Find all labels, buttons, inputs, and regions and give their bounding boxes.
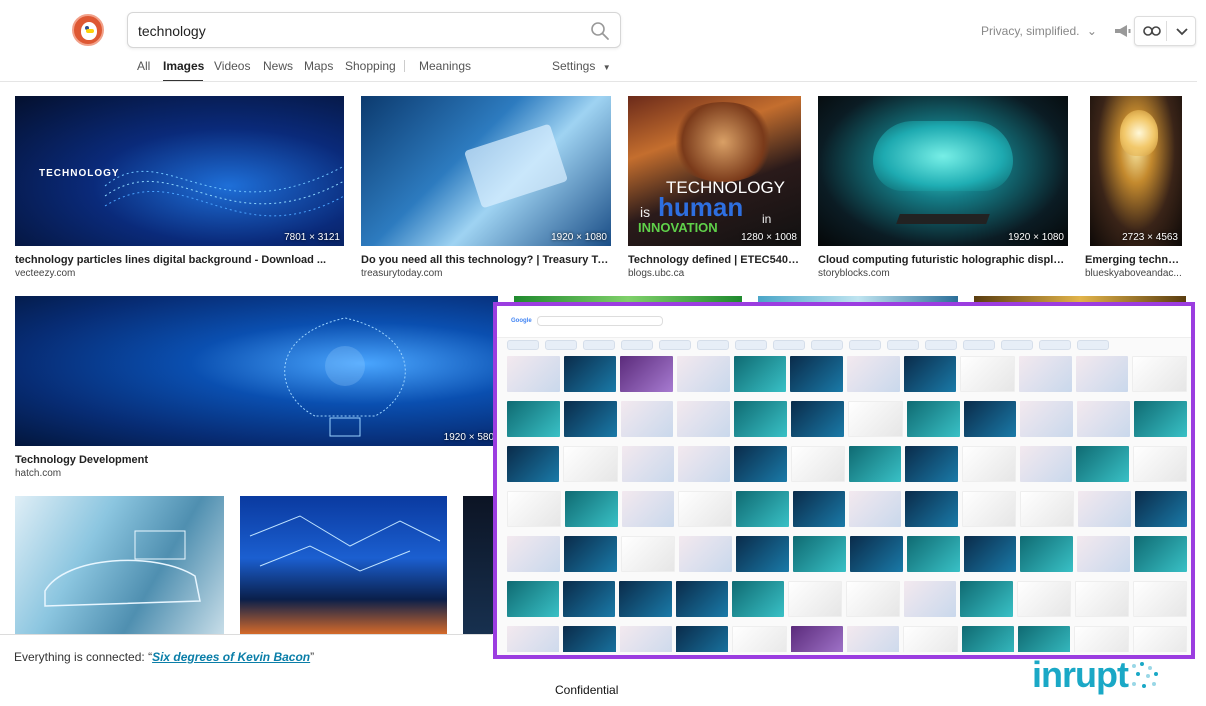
google-logo: Google (511, 318, 532, 324)
tab-images[interactable]: Images (163, 59, 204, 73)
search-bar[interactable] (127, 12, 621, 48)
embedded-screenshot: Google (493, 302, 1195, 659)
image-result[interactable]: 1920 × 580 (15, 296, 498, 446)
image-result[interactable]: TECHNOLOGY is human INNOVATION in 1280 ×… (628, 96, 801, 246)
inrupt-dots-icon (1132, 662, 1158, 688)
settings-dropdown[interactable]: Settings ▼ (552, 59, 611, 73)
image-dimensions: 1280 × 1008 (741, 232, 797, 243)
footer-note: Everything is connected: “Six degrees of… (14, 650, 315, 664)
result-title[interactable]: Technology defined | ETEC540: T... (628, 254, 801, 266)
image-dimensions: 1920 × 580 (443, 432, 494, 443)
tab-meanings[interactable]: Meanings (419, 59, 471, 73)
embedded-search-bar (537, 316, 663, 326)
privacy-text: Privacy, simplified. (981, 24, 1080, 38)
search-input[interactable] (138, 21, 578, 41)
image-result[interactable]: 1920 × 1080 (361, 96, 611, 246)
chevron-down-icon (1176, 28, 1188, 36)
kevin-bacon-link[interactable]: Six degrees of Kevin Bacon (152, 650, 310, 664)
result-source[interactable]: vecteezy.com (15, 268, 344, 279)
image-result[interactable]: 2723 × 4563 (1090, 96, 1182, 246)
tab-shopping[interactable]: Shopping (345, 59, 396, 73)
result-source[interactable]: storyblocks.com (818, 268, 1068, 279)
image-result[interactable] (463, 496, 494, 634)
tab-videos[interactable]: Videos (214, 59, 250, 73)
result-title[interactable]: Emerging technol... (1085, 254, 1185, 266)
tab-maps[interactable]: Maps (304, 59, 333, 73)
tab-all[interactable]: All (137, 59, 150, 73)
result-title[interactable]: Technology Development (15, 454, 498, 466)
image-dimensions: 2723 × 4563 (1122, 232, 1178, 243)
lightbulb-icon (1120, 110, 1158, 156)
image-result[interactable]: 1920 × 1080 (818, 96, 1068, 246)
search-icon[interactable] (590, 21, 610, 41)
chevron-down-icon: ⌄ (1086, 24, 1097, 38)
result-source[interactable]: hatch.com (15, 468, 498, 479)
image-dimensions: 1920 × 1080 (551, 232, 607, 243)
result-title[interactable]: technology particles lines digital backg… (15, 254, 344, 266)
privacy-dropdown[interactable]: Privacy, simplified. ⌄ (981, 24, 1097, 38)
confidential-label: Confidential (555, 683, 619, 697)
share-link-button[interactable] (1134, 16, 1196, 46)
image-dimensions: 7801 × 3121 (284, 232, 340, 243)
duckduckgo-logo[interactable] (72, 14, 104, 46)
link-icon (1143, 26, 1161, 36)
tab-news[interactable]: News (263, 59, 293, 73)
result-source[interactable]: blueskyaboveandac... (1085, 268, 1185, 279)
inrupt-logo: inrupt (1032, 654, 1129, 695)
embedded-filter-chips (507, 340, 1109, 350)
embedded-image-grid (507, 356, 1187, 652)
result-title[interactable]: Do you need all this technology? | Treas… (361, 254, 611, 266)
result-title[interactable]: Cloud computing futuristic holographic d… (818, 254, 1068, 266)
image-result[interactable] (240, 496, 447, 634)
image-result[interactable] (15, 496, 224, 634)
result-source[interactable]: blogs.ubc.ca (628, 268, 801, 279)
caret-down-icon: ▼ (602, 63, 611, 72)
megaphone-icon[interactable] (1114, 24, 1132, 38)
settings-label: Settings (552, 59, 596, 73)
result-source[interactable]: treasurytoday.com (361, 268, 611, 279)
image-result[interactable]: TECHNOLOGY 7801 × 3121 (15, 96, 344, 246)
image-dimensions: 1920 × 1080 (1008, 232, 1064, 243)
